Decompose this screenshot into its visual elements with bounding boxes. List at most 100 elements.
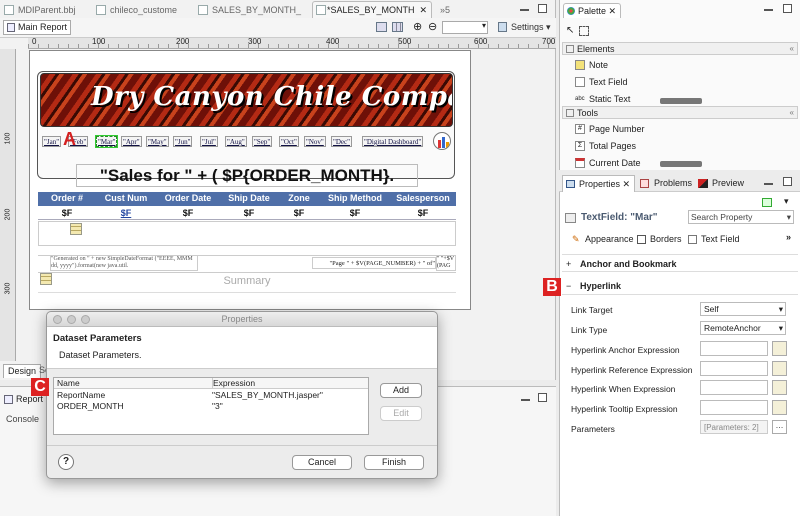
palette-static-text[interactable]: abc Static Text: [575, 92, 630, 106]
tab-chileco[interactable]: chileco_custome: [96, 2, 177, 18]
sales-expression-field[interactable]: "Sales for " + ( $P{ORDER_MONTH}.: [76, 164, 418, 187]
console-tab[interactable]: Console: [6, 414, 39, 424]
field-cust-num[interactable]: $F: [96, 207, 156, 219]
window-close-icon[interactable]: [53, 315, 62, 324]
palette-total-pages[interactable]: Σ Total Pages: [575, 139, 636, 153]
minimize-icon[interactable]: [520, 9, 529, 11]
collapse-icon[interactable]: «: [790, 43, 794, 55]
anchor-expression-field[interactable]: [700, 341, 768, 356]
param-row-expression[interactable]: "3": [212, 401, 223, 411]
expression-editor-icon[interactable]: [772, 380, 787, 395]
month-sep[interactable]: "Sep": [252, 136, 273, 147]
field-order-num[interactable]: $F: [38, 207, 96, 219]
field-zone[interactable]: $F: [278, 207, 320, 219]
maximize-icon[interactable]: [783, 177, 792, 186]
subtab-borders[interactable]: Borders: [637, 234, 682, 244]
edit-button[interactable]: Edit: [380, 406, 422, 421]
param-row-name[interactable]: ReportName: [57, 390, 105, 400]
palette-tab[interactable]: Palette ✕: [563, 3, 622, 18]
col-expression-header[interactable]: Expression: [212, 378, 255, 388]
maximize-icon[interactable]: [783, 4, 792, 13]
month-jun[interactable]: "Jun": [173, 136, 193, 147]
subtab-text-field[interactable]: Text Field: [688, 234, 740, 244]
collapse-icon[interactable]: «: [790, 107, 794, 119]
digital-dashboard-link[interactable]: "Digital Dashboard": [362, 136, 424, 147]
tab-preview[interactable]: Preview: [698, 178, 744, 188]
finish-button[interactable]: Finish: [364, 455, 424, 470]
design-tab[interactable]: Design: [3, 364, 42, 378]
zoom-out-icon[interactable]: ⊖: [428, 20, 437, 33]
zoom-combo[interactable]: ▾: [442, 21, 488, 34]
close-icon[interactable]: ✕: [623, 179, 631, 189]
field-ship-date[interactable]: $F: [220, 207, 278, 219]
when-expression-field[interactable]: [700, 380, 768, 395]
window-zoom-icon[interactable]: [81, 315, 90, 324]
close-icon[interactable]: ✕: [419, 2, 427, 18]
minimize-icon[interactable]: [764, 183, 773, 185]
palette-text-field[interactable]: Text Field: [575, 75, 628, 89]
maximize-icon[interactable]: [538, 4, 547, 13]
report-canvas[interactable]: Dry Canyon Chile Company "Jan" "Feb" "Ma…: [29, 50, 471, 310]
field-salesperson[interactable]: $F: [390, 207, 456, 219]
month-may[interactable]: "May": [146, 136, 169, 147]
palette-page-number[interactable]: # Page Number: [575, 122, 645, 136]
window-minimize-icon[interactable]: [67, 315, 76, 324]
zoom-in-icon[interactable]: ⊕: [413, 20, 422, 33]
help-icon[interactable]: ?: [58, 454, 74, 470]
param-row-name[interactable]: ORDER_MONTH: [57, 401, 124, 411]
palette-scroll-indicator[interactable]: [660, 161, 702, 167]
subreport-icon[interactable]: [70, 223, 82, 235]
subtab-appearance[interactable]: ✎ Appearance: [572, 234, 634, 244]
cancel-button[interactable]: Cancel: [292, 455, 352, 470]
search-property-field[interactable]: Search Property ▾: [688, 210, 794, 224]
tab-problems[interactable]: Problems: [640, 178, 692, 188]
expression-editor-icon[interactable]: [772, 361, 787, 376]
field-order-date[interactable]: $F: [156, 207, 220, 219]
link-target-select[interactable]: Self ▾: [700, 302, 786, 316]
tab-sales-by-month-1[interactable]: SALES_BY_MONTH_: [198, 2, 301, 18]
section-hyperlink[interactable]: − Hyperlink: [562, 278, 798, 295]
columns-icon[interactable]: [376, 22, 387, 32]
tab-mdiparent[interactable]: MDIParent.bbj: [4, 2, 76, 18]
dashboard-chart-icon[interactable]: [433, 132, 451, 150]
settings-icon[interactable]: [498, 22, 507, 32]
palette-tools-header[interactable]: Tools «: [562, 106, 798, 119]
settings-button[interactable]: Settings ▾: [511, 22, 551, 33]
month-oct[interactable]: "Oct": [279, 136, 299, 147]
month-aug[interactable]: "Aug": [225, 136, 247, 147]
new-property-icon[interactable]: [762, 198, 772, 207]
tooltip-expression-field[interactable]: [700, 400, 768, 415]
palette-current-date[interactable]: Current Date: [575, 156, 641, 170]
add-button[interactable]: Add: [380, 383, 422, 398]
tab-properties[interactable]: Properties ✕: [562, 175, 636, 192]
minimize-icon[interactable]: [764, 9, 773, 11]
col-name-header[interactable]: Name: [57, 378, 80, 388]
close-icon[interactable]: ✕: [609, 6, 617, 16]
parameters-edit-button[interactable]: …: [772, 420, 787, 434]
param-row-expression[interactable]: "SALES_BY_MONTH.jasper": [212, 390, 323, 400]
palette-scroll-indicator[interactable]: [660, 98, 702, 104]
expression-editor-icon[interactable]: [772, 400, 787, 415]
footer-page-total[interactable]: " "+$V (PAG: [436, 255, 456, 271]
expression-editor-icon[interactable]: [772, 341, 787, 356]
month-apr[interactable]: "Apr": [121, 136, 142, 147]
minimize-icon[interactable]: [521, 399, 530, 401]
month-dec[interactable]: "Dec": [331, 136, 352, 147]
tab-overflow[interactable]: »5: [440, 2, 450, 18]
more-subtabs-icon[interactable]: »: [786, 232, 791, 242]
parameters-field[interactable]: [Parameters: 2]: [700, 420, 768, 434]
month-mar[interactable]: "Mar": [94, 135, 119, 148]
footer-page-number[interactable]: "Page " + $V(PAGE_NUMBER) + " of": [312, 257, 436, 269]
palette-elements-header[interactable]: Elements «: [562, 42, 798, 55]
month-jan[interactable]: "Jan": [42, 136, 62, 147]
field-ship-method[interactable]: $F: [320, 207, 390, 219]
month-nov[interactable]: "Nov": [304, 136, 326, 147]
marquee-tool-icon[interactable]: [579, 26, 589, 36]
view-menu-icon[interactable]: ▾: [784, 196, 789, 207]
month-jul[interactable]: "Jul": [200, 136, 218, 147]
tab-sales-by-month-active[interactable]: *SALES_BY_MONTH ✕: [312, 1, 432, 18]
palette-note[interactable]: Note: [575, 58, 608, 72]
link-type-select[interactable]: RemoteAnchor ▾: [700, 321, 786, 335]
maximize-icon[interactable]: [538, 393, 547, 402]
section-anchor-bookmark[interactable]: + Anchor and Bookmark: [562, 254, 798, 272]
